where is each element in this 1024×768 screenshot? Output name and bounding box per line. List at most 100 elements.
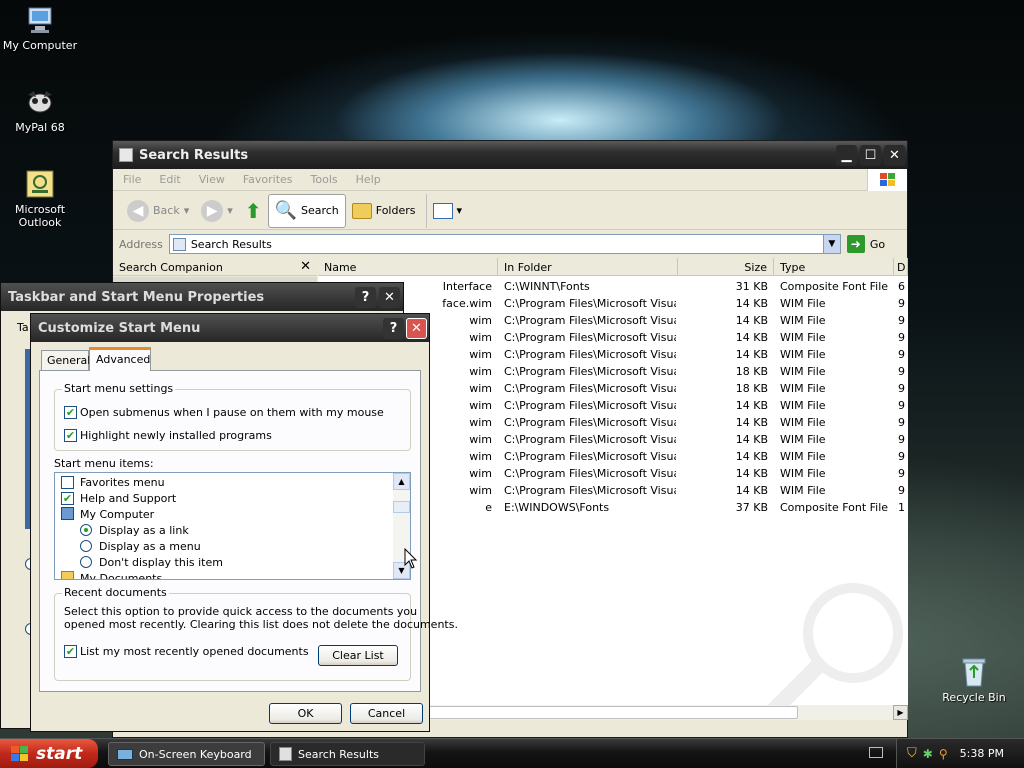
go-button[interactable]: ➜ Go — [846, 235, 885, 253]
close-button[interactable]: ✕ — [884, 145, 905, 166]
help-support-checkbox[interactable]: ✔ — [61, 492, 74, 505]
views-button[interactable]: ▾ — [425, 193, 469, 228]
address-input[interactable]: Search Results ▼ — [168, 234, 841, 254]
taskbar-button-search-results[interactable]: Search Results — [270, 742, 425, 766]
my-documents-label: My Documents — [80, 572, 163, 580]
row-size: 14 KB — [735, 484, 768, 497]
row-date: 9 — [898, 433, 905, 446]
column-name[interactable]: Name — [318, 258, 498, 276]
display-menu-radio[interactable] — [80, 540, 92, 552]
maximize-button[interactable]: ☐ — [860, 145, 881, 166]
help-button[interactable]: ? — [383, 318, 404, 339]
desktop-icon-label: Microsoft Outlook — [14, 203, 66, 229]
row-size: 14 KB — [735, 399, 768, 412]
row-type: WIM File — [780, 382, 826, 395]
address-dropdown-button[interactable]: ▼ — [822, 235, 840, 253]
start-button[interactable]: start — [0, 739, 98, 768]
favorites-checkbox[interactable] — [61, 476, 74, 489]
search-button[interactable]: 🔍 Search — [267, 193, 346, 228]
up-folder-button[interactable]: ⬆ — [239, 194, 268, 228]
search-results-titlebar[interactable]: Search Results ▁ ☐ ✕ — [113, 141, 907, 169]
row-folder: C:\Program Files\Microsoft Visua... — [504, 314, 676, 327]
search-tray-icon[interactable]: ⚲ — [939, 747, 948, 761]
my-computer-label: My Computer — [80, 508, 155, 521]
magnifier-icon: 🔍 — [274, 200, 297, 221]
column-date[interactable]: D — [894, 258, 908, 276]
dont-display-label: Don't display this item — [99, 556, 223, 569]
close-icon[interactable]: ✕ — [300, 259, 311, 274]
start-menu-items-label: Start menu items: — [54, 457, 154, 470]
row-folder: C:\Program Files\Microsoft Visua... — [504, 433, 676, 446]
row-type: Composite Font File — [780, 501, 889, 514]
tab-general[interactable]: General — [41, 350, 90, 370]
scroll-up-button[interactable]: ▲ — [393, 473, 410, 490]
menu-file[interactable]: File — [123, 173, 141, 186]
folder-icon — [119, 148, 133, 162]
desktop-icon-label: MyPal 68 — [15, 121, 65, 134]
favorites-label: Favorites menu — [80, 476, 165, 489]
display-link-radio[interactable] — [80, 524, 92, 536]
list-recent-checkbox[interactable]: ✔ — [64, 645, 77, 658]
table-row[interactable]: face.wim C:\Program Files\Microsoft Visua… — [318, 295, 908, 312]
address-bar: Address Search Results ▼ ➜ Go — [113, 231, 907, 257]
tab-advanced[interactable]: Advanced — [89, 347, 151, 371]
row-folder: C:\Program Files\Microsoft Visua... — [504, 382, 676, 395]
scroll-thumb[interactable] — [393, 501, 410, 513]
menu-edit[interactable]: Edit — [159, 173, 180, 186]
desktop-icon-outlook[interactable]: Microsoft Outlook — [0, 168, 80, 229]
row-date: 9 — [898, 297, 905, 310]
start-menu-items-list[interactable]: Favorites menu ✔ Help and Support My Com… — [54, 472, 411, 580]
column-type[interactable]: Type — [774, 258, 894, 276]
ok-button[interactable]: OK — [269, 703, 342, 724]
row-type: WIM File — [780, 484, 826, 497]
close-button[interactable]: ✕ — [406, 318, 427, 339]
clear-list-button[interactable]: Clear List — [318, 645, 398, 666]
cancel-button[interactable]: Cancel — [350, 703, 423, 724]
menu-help[interactable]: Help — [356, 173, 381, 186]
taskbar-properties-titlebar[interactable]: Taskbar and Start Menu Properties ? ✕ — [1, 283, 403, 311]
taskbar: start On-Screen Keyboard Search Results … — [0, 738, 1024, 768]
row-size: 14 KB — [735, 314, 768, 327]
scroll-right-button[interactable]: ▶ — [893, 705, 908, 720]
row-date: 1 — [898, 501, 905, 514]
network-icon[interactable]: ✱ — [923, 747, 933, 761]
row-size: 18 KB — [735, 382, 768, 395]
column-in-folder[interactable]: In Folder — [498, 258, 678, 276]
back-button[interactable]: ◀ Back ▾ — [121, 194, 195, 228]
highlight-programs-checkbox[interactable]: ✔ — [64, 429, 77, 442]
go-arrow-icon: ➜ — [846, 235, 865, 253]
desktop-icon-my-computer[interactable]: My Computer — [0, 4, 80, 52]
group-label: Recent documents — [62, 586, 169, 599]
help-support-label: Help and Support — [80, 492, 177, 505]
recent-description-2: opened most recently. Clearing this list… — [64, 618, 458, 631]
desktop-icon-mypal[interactable]: MyPal 68 — [0, 86, 80, 134]
row-date: 9 — [898, 484, 905, 497]
customize-titlebar[interactable]: Customize Start Menu ? ✕ — [31, 314, 429, 342]
folders-button[interactable]: Folders — [346, 194, 422, 228]
help-button[interactable]: ? — [355, 287, 376, 308]
desktop-icon-recycle-bin[interactable]: Recycle Bin — [934, 656, 1014, 704]
menu-tools[interactable]: Tools — [311, 173, 338, 186]
tab-stub[interactable]: Ta — [17, 321, 29, 334]
menu-view[interactable]: View — [199, 173, 225, 186]
chevron-down-icon: ▾ — [183, 204, 190, 217]
row-type: WIM File — [780, 450, 826, 463]
menu-favorites[interactable]: Favorites — [243, 173, 293, 186]
taskbar-button-keyboard[interactable]: On-Screen Keyboard — [108, 742, 265, 766]
table-row[interactable]: Interface C:\WINNT\Fonts 31 KB Composite Fo… — [318, 278, 908, 295]
keyboard-tray-icon[interactable] — [869, 747, 883, 758]
security-shield-icon[interactable]: ⛉ — [907, 746, 917, 761]
open-submenus-checkbox[interactable]: ✔ — [64, 406, 77, 419]
system-tray: ⛉ ✱ ⚲ 5:38 PM — [896, 739, 1024, 768]
customize-start-menu-dialog: Customize Start Menu ? ✕ General Advance… — [30, 313, 458, 732]
mouse-cursor-icon — [404, 548, 418, 569]
column-size[interactable]: Size — [678, 258, 774, 276]
row-size: 14 KB — [735, 297, 768, 310]
close-button[interactable]: ✕ — [379, 287, 400, 308]
dont-display-radio[interactable] — [80, 556, 92, 568]
advanced-tab-panel: Start menu settings ✔ Open submenus when… — [39, 370, 458, 692]
forward-button[interactable]: ▶ ▾ — [195, 194, 239, 228]
row-date: 9 — [898, 365, 905, 378]
minimize-button[interactable]: ▁ — [836, 145, 857, 166]
display-link-label: Display as a link — [99, 524, 189, 537]
